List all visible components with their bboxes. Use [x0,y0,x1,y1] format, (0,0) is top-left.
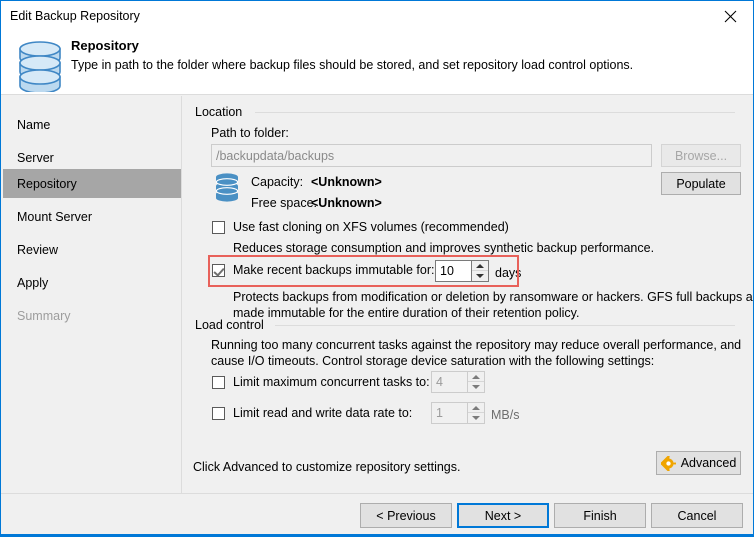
load-control-group-rule [275,325,735,326]
immutable-days-arrows [471,261,488,281]
sidebar-item-server[interactable]: Server [3,143,181,172]
gear-icon [660,455,676,471]
close-icon[interactable] [708,1,753,31]
load-control-description-line1: Running too many concurrent tasks agains… [211,338,742,352]
immutable-days-decrement[interactable] [472,271,488,281]
use-fast-cloning-checkbox[interactable]: Use fast cloning on XFS volumes (recomme… [212,220,509,234]
repository-database-icon [14,36,66,94]
dialog-footer: < Previous Next > Finish Cancel [1,494,753,536]
advanced-hint-text: Click Advanced to customize repository s… [193,460,461,474]
limit-data-rate-label: Limit read and write data rate to: [233,406,413,420]
finish-button[interactable]: Finish [554,503,646,528]
capacity-value: <Unknown> [311,175,382,189]
immutable-days-stepper[interactable]: 10 [435,260,489,282]
limit-max-concurrent-tasks-label: Limit maximum concurrent tasks to: [233,375,430,389]
cancel-button[interactable]: Cancel [651,503,743,528]
load-control-description-line2: cause I/O timeouts. Control storage devi… [211,354,655,368]
immutable-days-value: 10 [440,264,454,278]
sidebar-item-repository[interactable]: Repository [3,169,181,198]
bottom-accent-bar [1,534,753,536]
sidebar-item-summary: Summary [17,308,71,323]
data-rate-unit-label: MB/s [491,408,520,422]
dialog-header: Repository Type in path to the folder wh… [1,32,753,95]
checkbox-box-immutable [212,263,225,277]
immutable-days-unit: days [495,266,522,280]
title-bar: Edit Backup Repository [1,1,753,32]
fast-cloning-description: Reduces storage consumption and improves… [233,241,655,255]
data-rate-stepper[interactable]: 1 [431,402,485,424]
free-space-label: Free space: [251,196,318,210]
previous-button[interactable]: < Previous [360,503,452,528]
immutable-days-increment[interactable] [472,261,488,271]
sidebar-item-apply[interactable]: Apply [3,268,181,297]
next-button[interactable]: Next > [457,503,549,528]
checkbox-box-limit-rate [212,406,225,420]
limit-max-concurrent-tasks-checkbox[interactable]: Limit maximum concurrent tasks to: [212,375,430,389]
data-rate-arrows [467,403,484,423]
edit-backup-repository-dialog: Edit Backup Repository Repository Type i… [0,0,754,537]
data-rate-value: 1 [436,406,443,420]
sidebar-item-review[interactable]: Review [3,235,181,264]
max-concurrent-tasks-increment[interactable] [468,372,484,382]
max-concurrent-tasks-arrows [467,372,484,392]
make-backups-immutable-checkbox[interactable]: Make recent backups immutable for: [212,263,434,277]
use-fast-cloning-label: Use fast cloning on XFS volumes (recomme… [233,220,509,234]
checkbox-box-limit-tasks [212,375,225,389]
repository-settings-panel: Location Path to folder: /backupdata/bac… [183,96,753,493]
window-title: Edit Backup Repository [10,9,140,23]
max-concurrent-tasks-decrement[interactable] [468,382,484,392]
path-to-folder-label: Path to folder: [211,126,289,140]
sidebar-item-mount-server[interactable]: Mount Server [3,202,181,231]
location-group-label: Location [195,105,248,119]
database-icon [213,172,241,202]
sidebar-item-name[interactable]: Name [3,110,181,139]
load-control-group-label: Load control [195,318,269,332]
max-concurrent-tasks-value: 4 [436,375,443,389]
immutable-description-line2: made immutable for the entire duration o… [233,306,580,320]
checkbox-box-fast-cloning [212,220,225,234]
free-space-value: <Unknown> [311,196,382,210]
path-to-folder-input[interactable]: /backupdata/backups [211,144,652,167]
limit-data-rate-checkbox[interactable]: Limit read and write data rate to: [212,406,412,420]
browse-button[interactable]: Browse... [661,144,741,167]
data-rate-decrement[interactable] [468,413,484,423]
make-backups-immutable-label: Make recent backups immutable for: [233,263,435,277]
advanced-button-label: Advanced [680,456,737,470]
location-group-rule [255,112,735,113]
immutable-description-line1: Protects backups from modification or de… [233,290,754,304]
capacity-label: Capacity: [251,175,304,189]
wizard-steps-sidebar: Name Server Repository Mount Server Revi… [1,96,182,493]
max-concurrent-tasks-stepper[interactable]: 4 [431,371,485,393]
advanced-button[interactable]: Advanced [656,451,741,475]
header-title: Repository [71,38,139,53]
header-description: Type in path to the folder where backup … [71,58,634,72]
data-rate-increment[interactable] [468,403,484,413]
populate-button[interactable]: Populate [661,172,741,195]
